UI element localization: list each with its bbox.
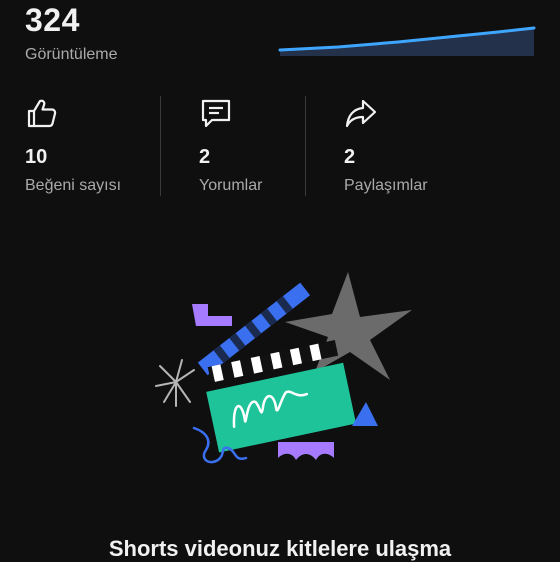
stat-shares: 2 Paylaşımlar bbox=[344, 96, 428, 196]
stats-divider bbox=[305, 96, 306, 196]
views-sparkline bbox=[278, 26, 536, 56]
engagement-stats: 10 Beğeni sayısı 2 Yorumlar 2 Paylaşımla… bbox=[0, 96, 560, 196]
purple-bracket-shape bbox=[192, 304, 232, 326]
shorts-illustration bbox=[155, 272, 412, 464]
blue-triangle-shape bbox=[352, 402, 378, 426]
stats-divider bbox=[160, 96, 161, 196]
likes-count: 10 bbox=[25, 146, 48, 168]
stat-likes: 10 Beğeni sayısı bbox=[25, 96, 121, 196]
burst-shape bbox=[155, 359, 195, 407]
thumbs-up-icon bbox=[27, 99, 57, 128]
purple-scallop-shape bbox=[278, 442, 334, 460]
shares-count: 2 bbox=[344, 146, 356, 168]
comment-icon bbox=[201, 99, 231, 128]
comments-count: 2 bbox=[199, 146, 211, 168]
stat-comments: 2 Yorumlar bbox=[199, 96, 262, 196]
shares-label: Paylaşımlar bbox=[344, 177, 428, 194]
likes-label: Beğeni sayısı bbox=[25, 177, 122, 194]
comments-label: Yorumlar bbox=[199, 177, 263, 194]
promo-heading: Shorts videonuz kitlelere ulaşma bbox=[108, 536, 452, 561]
views-summary: 324 Görüntüleme bbox=[25, 0, 118, 64]
views-count: 324 bbox=[25, 2, 80, 38]
share-icon bbox=[345, 99, 377, 128]
views-label: Görüntüleme bbox=[25, 46, 118, 63]
